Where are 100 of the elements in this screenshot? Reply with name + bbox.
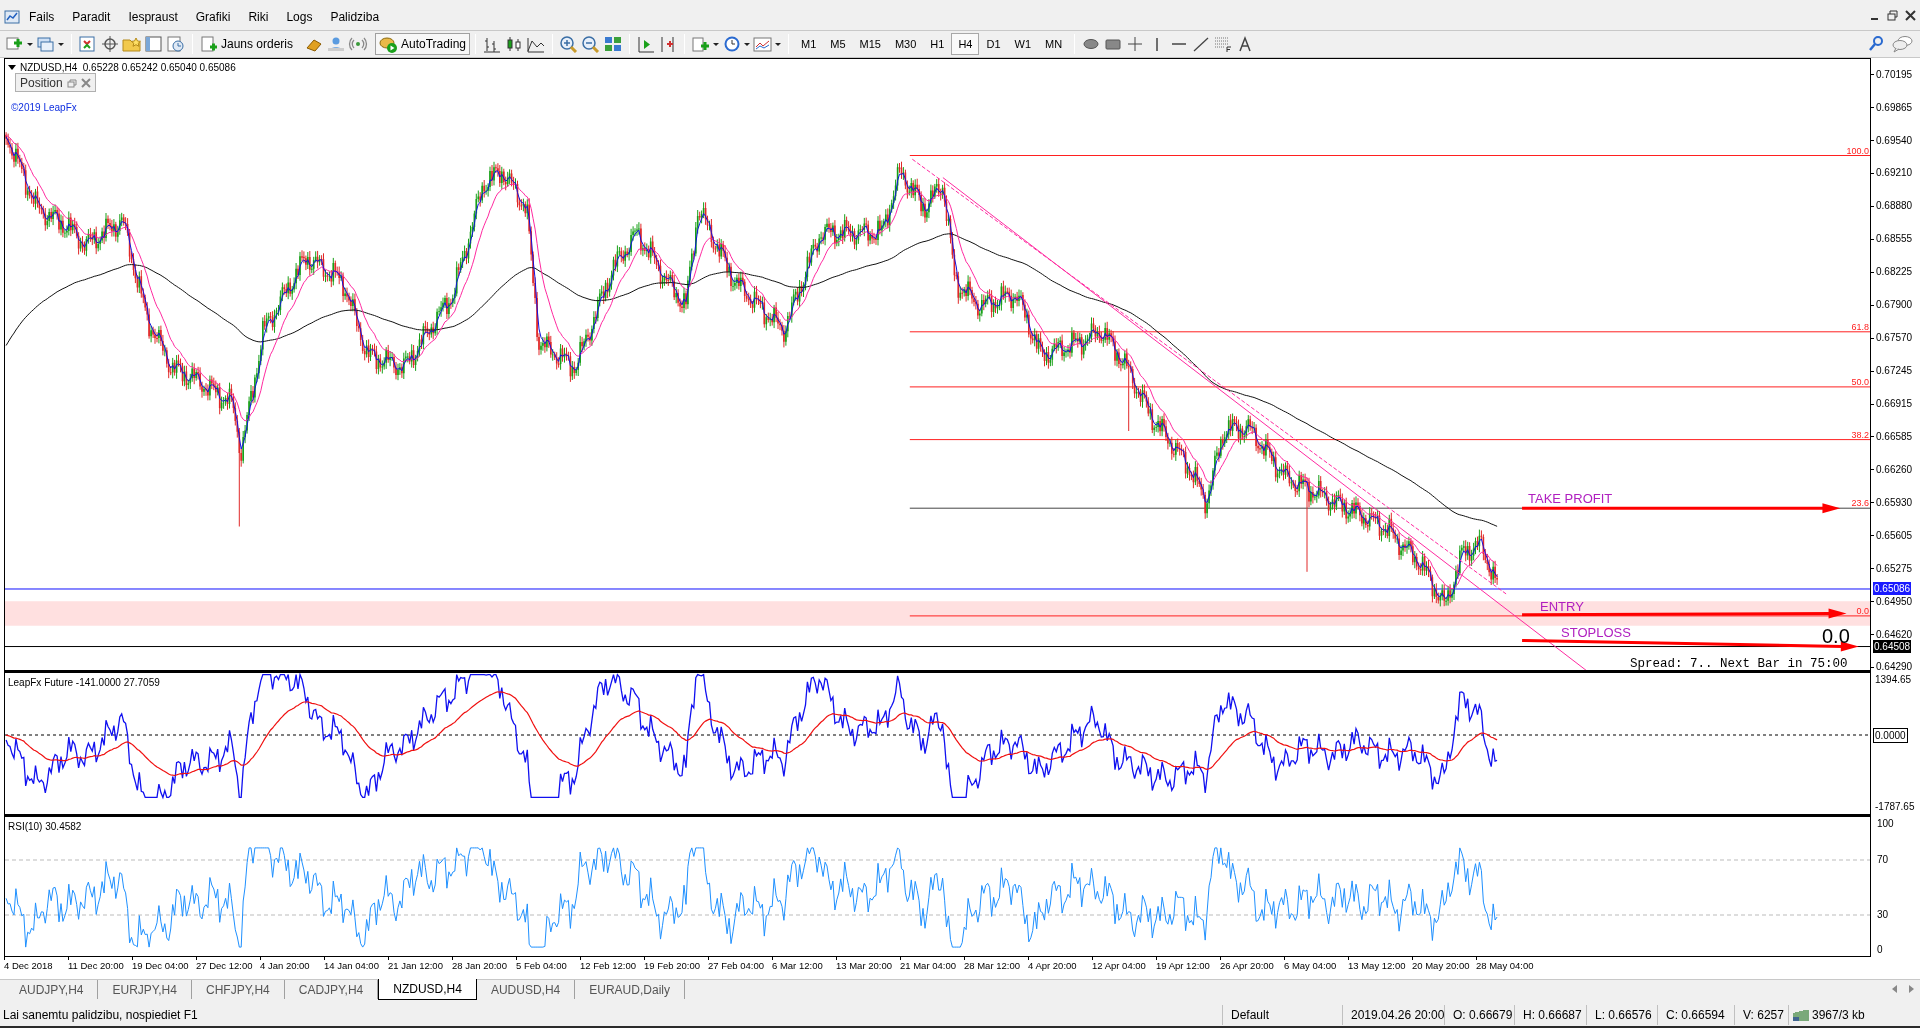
indicator-axis-label: 1394.65 — [1875, 673, 1912, 686]
rsi-axis-label: 100 — [1877, 817, 1894, 830]
chart-header-text: NZDUSD,H4 0.65228 0.65242 0.65040 0.65086 — [20, 61, 236, 75]
time-axis-label: 19 Dec 04:00 — [132, 960, 189, 972]
chart-tab[interactable]: EURAUD,Daily — [575, 980, 685, 999]
time-axis-label: 21 Jan 12:00 — [388, 960, 443, 972]
time-axis-label: 4 Apr 20:00 — [1028, 960, 1077, 972]
price-axis-label: 0.66915 — [1876, 397, 1913, 411]
price-axis-label: 0.69865 — [1876, 100, 1913, 115]
menu-item[interactable]: Grafiki — [186, 6, 240, 28]
menu-item[interactable]: Paradit — [63, 6, 120, 28]
menu-item[interactable]: Palidziba — [321, 6, 389, 28]
price-axis-label: 0.64290 — [1876, 660, 1913, 675]
traffic-text: 3967/3 kb — [1812, 1006, 1865, 1024]
timeframe-button[interactable]: H4 — [951, 33, 980, 55]
timeframe-button[interactable]: M1 — [794, 33, 824, 55]
price-axis-label: 0.65930 — [1876, 495, 1913, 510]
price-axis-label: 0.64620 — [1876, 627, 1913, 642]
fibonacci-level-label: 38.2 — [1851, 429, 1869, 440]
chart-tab[interactable]: AUDJPY,H4 — [5, 980, 99, 999]
menu-item[interactable]: Fails — [20, 6, 64, 28]
price-axis-label: 0.64950 — [1876, 594, 1913, 609]
menu-item[interactable]: Logs — [277, 6, 322, 28]
fibonacci-level-label: 61.8 — [1851, 321, 1869, 332]
timeframe-button[interactable]: MN — [1038, 33, 1070, 55]
rsi-title: RSI(10) 30.4582 — [8, 820, 82, 834]
time-axis-label: 20 May 20:00 — [1412, 960, 1470, 972]
time-axis-label: 14 Jan 04:00 — [324, 960, 379, 972]
time-axis-label: 19 Apr 12:00 — [1156, 960, 1210, 972]
price-axis-label: 0.70195 — [1876, 67, 1913, 82]
chart-tab[interactable]: AUDUSD,H4 — [476, 980, 576, 999]
volume-value: V: 6257 — [1743, 1006, 1784, 1024]
time-axis-label: 28 Mar 12:00 — [964, 960, 1020, 972]
menu-item[interactable]: Riki — [239, 6, 278, 28]
rsi-axis-label: 70 — [1877, 853, 1889, 866]
entry-label: ENTRY — [1540, 599, 1584, 614]
timeframe-button[interactable]: D1 — [979, 33, 1008, 55]
price-axis-label: 0.66585 — [1876, 429, 1913, 444]
time-axis-label: 26 Apr 20:00 — [1220, 960, 1274, 972]
timeframe-button[interactable]: M15 — [852, 33, 888, 55]
chart-tab[interactable]: CHFJPY,H4 — [191, 980, 285, 999]
price-axis-label: 0.67900 — [1876, 298, 1913, 313]
close-price: C: 0.66594 — [1666, 1006, 1725, 1024]
fibonacci-level-label: 0.0 — [1856, 605, 1869, 616]
chart-tab[interactable]: EURJPY,H4 — [98, 980, 192, 999]
timeframe-button[interactable]: M30 — [887, 33, 924, 55]
price-axis-label: 0.68555 — [1876, 232, 1913, 247]
current-price-badge: 0.65086 — [1873, 582, 1912, 595]
time-axis-label: 27 Dec 12:00 — [196, 960, 253, 972]
high-price: H: 0.66687 — [1523, 1006, 1582, 1024]
chart-tab[interactable]: NZDUSD,H4 — [378, 979, 477, 1000]
price-axis-label: 0.69210 — [1876, 166, 1913, 181]
timeframe-button[interactable]: W1 — [1007, 33, 1039, 55]
rsi-axis-label: 0 — [1877, 943, 1883, 956]
time-axis-label: 4 Dec 2018 — [4, 960, 53, 972]
time-axis-label: 28 May 04:00 — [1476, 960, 1534, 972]
price-axis-label: 0.66260 — [1876, 462, 1913, 477]
status-help-text: Lai sanemtu palidzibu, nospiediet F1 — [2, 1006, 199, 1024]
price-axis-label: 0.69540 — [1876, 133, 1913, 148]
autotrading-button[interactable]: AutoTrading — [375, 33, 470, 55]
time-axis-label: 6 May 04:00 — [1284, 960, 1337, 972]
position-panel[interactable]: Position — [15, 73, 96, 92]
indicator-axis-label: -1787.65 — [1875, 800, 1915, 813]
fibonacci-level-label: 100.0 — [1846, 145, 1869, 156]
time-axis-label: 19 Feb 20:00 — [644, 960, 700, 972]
take-profit-label: TAKE PROFIT — [1528, 491, 1613, 506]
low-price: L: 0.66576 — [1595, 1006, 1652, 1024]
time-axis-label: 12 Apr 04:00 — [1092, 960, 1146, 972]
bar-time: 2019.04.26 20:00 — [1351, 1006, 1445, 1024]
rsi-axis-label: 30 — [1877, 908, 1889, 921]
profile-name: Default — [1231, 1006, 1270, 1024]
stoploss-label: STOPLOSS — [1561, 625, 1631, 640]
panel-title: Position — [20, 74, 63, 92]
time-axis-label: 12 Feb 12:00 — [580, 960, 636, 972]
indicator-title: LeapFx Future -141.0000 27.7059 — [8, 676, 160, 690]
price-axis-label: 0.67245 — [1876, 364, 1913, 379]
time-axis-label: 21 Mar 04:00 — [900, 960, 956, 972]
timeframe-button[interactable]: H1 — [923, 33, 952, 55]
fibonacci-level-label: 23.6 — [1851, 498, 1869, 509]
price-axis-label: 0.68225 — [1876, 265, 1913, 280]
menu-item[interactable]: Iespraust — [119, 6, 187, 28]
time-axis-label: 28 Jan 20:00 — [452, 960, 507, 972]
price-axis-label: 0.65605 — [1876, 528, 1913, 543]
time-axis-label: 4 Jan 20:00 — [260, 960, 310, 972]
time-axis-label: 27 Feb 04:00 — [708, 960, 764, 972]
timeframe-button[interactable]: M5 — [823, 33, 853, 55]
counter-value: 0.0 — [1822, 625, 1850, 647]
price-axis-label: 0.65275 — [1876, 561, 1913, 576]
time-axis-label: 5 Feb 04:00 — [516, 960, 567, 972]
price-axis-label: 0.68880 — [1876, 199, 1913, 214]
time-axis-label: 13 Mar 20:00 — [836, 960, 892, 972]
price-axis-label: 0.67570 — [1876, 331, 1913, 346]
copyright-text: ©2019 LeapFx — [11, 101, 77, 115]
stop-price-badge: 0.64508 — [1873, 639, 1912, 653]
new-order-button[interactable]: Jauns orderis — [198, 33, 296, 55]
time-axis-label: 11 Dec 20:00 — [68, 960, 124, 972]
open-price: O: 0.66679 — [1453, 1006, 1513, 1024]
fibonacci-level-label: 50.0 — [1851, 376, 1869, 387]
spread-info-text: Spread: 7.. Next Bar in 75:00 — [1630, 657, 1848, 670]
time-axis-label: 6 Mar 12:00 — [772, 960, 823, 972]
